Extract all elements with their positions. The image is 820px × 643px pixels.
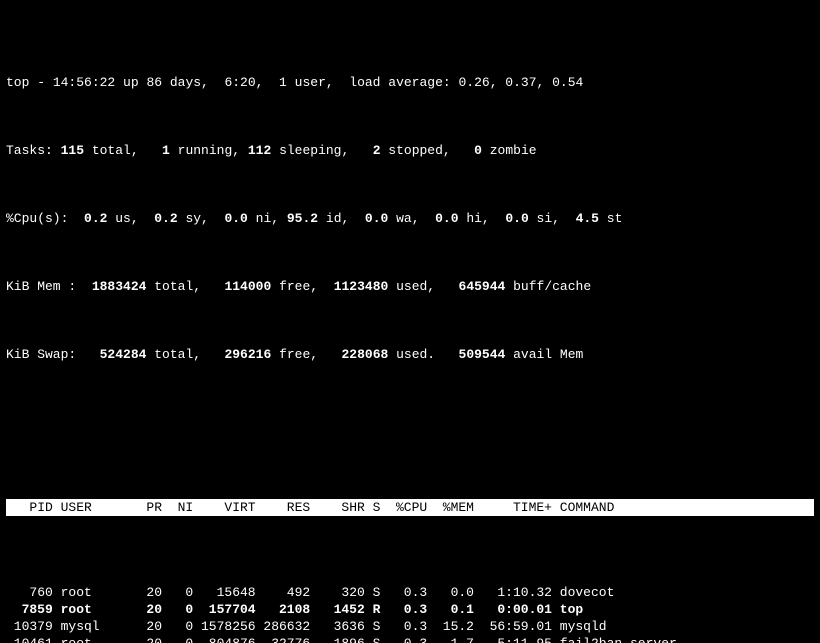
cell-virt: 157704 (193, 601, 255, 618)
cell-user: root (53, 601, 131, 618)
cell-user: root (53, 584, 131, 601)
cell-s: R (365, 601, 381, 618)
cell-cmd: dovecot (552, 584, 814, 601)
col-res[interactable]: RES (256, 499, 311, 516)
col-cmd[interactable]: COMMAND (552, 499, 814, 516)
cell-pr: 20 (131, 618, 162, 635)
process-row: 10461root200804876327761896S0.31.75:11.9… (6, 635, 814, 643)
cell-pid: 760 (6, 584, 53, 601)
cell-mem: 0.0 (427, 584, 474, 601)
cell-pr: 20 (131, 635, 162, 643)
cell-ni: 0 (162, 601, 193, 618)
cell-ni: 0 (162, 635, 193, 643)
col-mem[interactable]: %MEM (427, 499, 474, 516)
terminal-screen[interactable]: top - 14:56:22 up 86 days, 6:20, 1 user,… (0, 0, 820, 643)
cell-shr: 1452 (310, 601, 365, 618)
blank-line (6, 414, 814, 431)
cell-s: S (365, 635, 381, 643)
cell-s: S (365, 618, 381, 635)
col-time[interactable]: TIME+ (474, 499, 552, 516)
cell-time: 1:10.32 (474, 584, 552, 601)
cell-pr: 20 (131, 601, 162, 618)
cell-cpu: 0.3 (380, 618, 427, 635)
cell-res: 32776 (256, 635, 311, 643)
cell-pid: 10379 (6, 618, 53, 635)
summary-line-cpu: %Cpu(s): 0.2 us, 0.2 sy, 0.0 ni, 95.2 id… (6, 210, 814, 227)
cell-time: 5:11.95 (474, 635, 552, 643)
cell-virt: 804876 (193, 635, 255, 643)
cell-cpu: 0.3 (380, 601, 427, 618)
cell-virt: 1578256 (193, 618, 255, 635)
cell-pid: 7859 (6, 601, 53, 618)
cell-shr: 1896 (310, 635, 365, 643)
cell-s: S (365, 584, 381, 601)
summary-line-uptime: top - 14:56:22 up 86 days, 6:20, 1 user,… (6, 74, 814, 91)
col-ni[interactable]: NI (162, 499, 193, 516)
col-pid[interactable]: PID (6, 499, 53, 516)
process-table-header[interactable]: PID USER PR NI VIRT RES SHR S %CPU %MEM … (6, 499, 814, 516)
cell-cmd: top (552, 601, 814, 618)
process-row: 10379mysql20015782562866323636S0.315.256… (6, 618, 814, 635)
cell-user: root (53, 635, 131, 643)
process-row: 7859root20015770421081452R0.30.10:00.01t… (6, 601, 814, 618)
summary-line-mem: KiB Mem : 1883424 total, 114000 free, 11… (6, 278, 814, 295)
cell-virt: 15648 (193, 584, 255, 601)
cell-shr: 320 (310, 584, 365, 601)
cell-time: 0:00.01 (474, 601, 552, 618)
col-s[interactable]: S (365, 499, 381, 516)
col-shr[interactable]: SHR (310, 499, 365, 516)
cell-pid: 10461 (6, 635, 53, 643)
cell-shr: 3636 (310, 618, 365, 635)
cell-res: 492 (256, 584, 311, 601)
cell-ni: 0 (162, 584, 193, 601)
cell-time: 56:59.01 (474, 618, 552, 635)
cell-ni: 0 (162, 618, 193, 635)
process-row: 760root20015648492320S0.30.01:10.32dovec… (6, 584, 814, 601)
cell-user: mysql (53, 618, 131, 635)
summary-line-tasks: Tasks: 115 total, 1 running, 112 sleepin… (6, 142, 814, 159)
cell-cmd: mysqld (552, 618, 814, 635)
cell-res: 2108 (256, 601, 311, 618)
cell-mem: 0.1 (427, 601, 474, 618)
cell-cmd: fail2ban-server (552, 635, 814, 643)
cell-mem: 15.2 (427, 618, 474, 635)
cell-cpu: 0.3 (380, 635, 427, 643)
process-table-body: 760root20015648492320S0.30.01:10.32dovec… (6, 584, 814, 643)
col-user[interactable]: USER (53, 499, 131, 516)
col-cpu[interactable]: %CPU (380, 499, 427, 516)
cell-mem: 1.7 (427, 635, 474, 643)
cell-res: 286632 (256, 618, 311, 635)
summary-line-swap: KiB Swap: 524284 total, 296216 free, 228… (6, 346, 814, 363)
cell-pr: 20 (131, 584, 162, 601)
col-virt[interactable]: VIRT (193, 499, 255, 516)
col-pr[interactable]: PR (131, 499, 162, 516)
cell-cpu: 0.3 (380, 584, 427, 601)
